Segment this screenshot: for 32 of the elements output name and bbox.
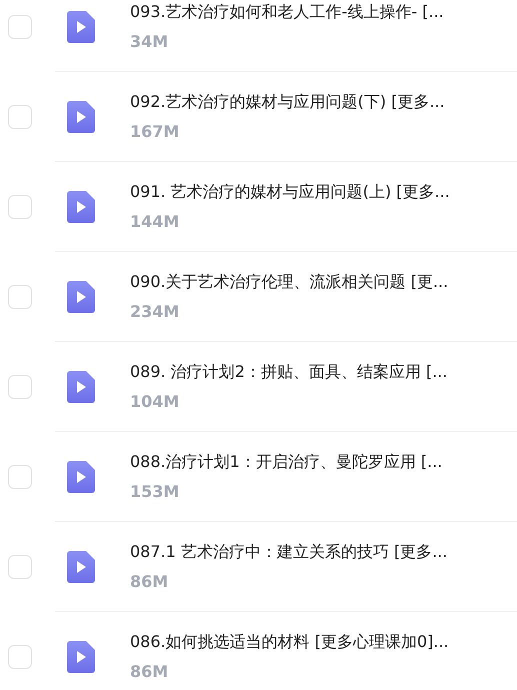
checkbox[interactable] <box>8 15 32 39</box>
checkbox[interactable] <box>8 195 32 219</box>
checkbox[interactable] <box>8 285 32 309</box>
video-file-icon <box>67 461 95 493</box>
video-file-icon <box>67 191 95 223</box>
checkbox[interactable] <box>8 465 32 489</box>
file-name: 089. 治疗计划2：拼贴、面具、结案应用 [... <box>130 361 448 383</box>
checkbox[interactable] <box>8 375 32 399</box>
video-file-icon <box>67 371 95 403</box>
file-size: 104M <box>130 391 180 413</box>
file-size: 86M <box>130 571 170 593</box>
video-file-icon <box>67 11 95 43</box>
file-name: 091. 艺术治疗的媒材与应用问题(上) [更多... <box>130 181 450 203</box>
file-size: 86M <box>130 661 170 683</box>
video-file-icon <box>67 281 95 313</box>
checkbox[interactable] <box>8 105 32 129</box>
file-size: 153M <box>130 481 180 503</box>
file-name: 092.艺术治疗的媒材与应用问题(下) [更多... <box>130 91 445 113</box>
file-name: 088.治疗计划1：开启治疗、曼陀罗应用 [... <box>130 451 442 473</box>
video-file-icon <box>67 101 95 133</box>
file-name: 087.1 艺术治疗中：建立关系的技巧 [更多... <box>130 541 448 563</box>
video-file-icon <box>67 641 95 673</box>
file-name: 086.如何挑选适当的材料 [更多心理课加0]... <box>130 631 449 653</box>
file-size: 234M <box>130 301 180 323</box>
file-size: 34M <box>130 31 170 53</box>
video-file-icon <box>67 551 95 583</box>
file-size: 167M <box>130 121 180 143</box>
checkbox[interactable] <box>8 555 32 579</box>
file-name: 090.关于艺术治疗伦理、流派相关问题 [更... <box>130 271 448 293</box>
file-name: 093.艺术治疗如何和老人工作-线上操作- [... <box>130 1 444 23</box>
file-size: 144M <box>130 211 180 233</box>
checkbox[interactable] <box>8 645 32 669</box>
